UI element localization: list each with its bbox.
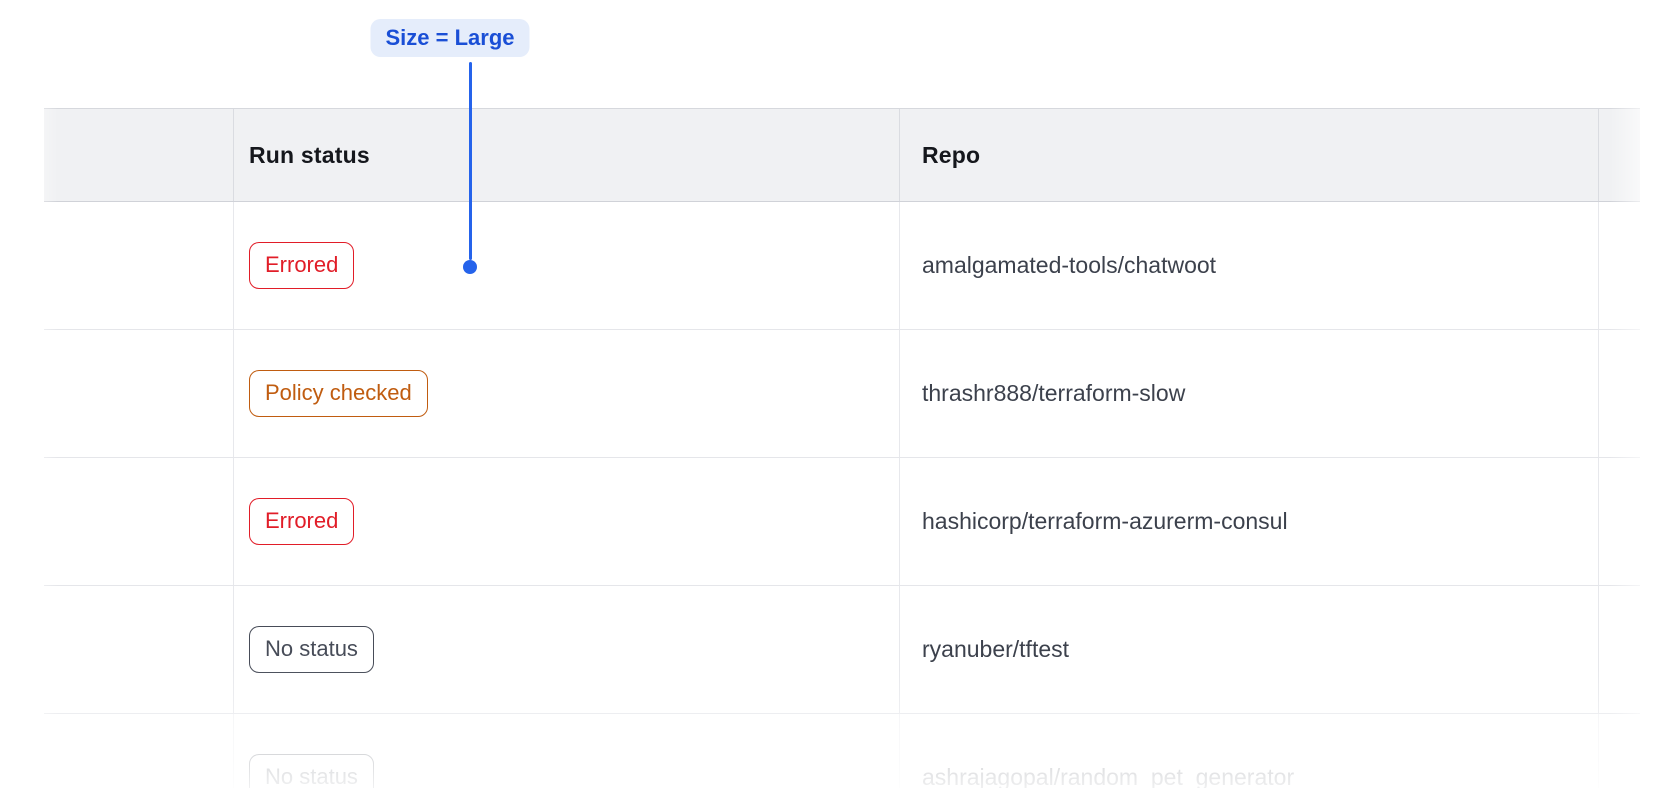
row-cell-run-status: No status (233, 714, 899, 788)
row-cell-spacer (44, 330, 233, 457)
header-cell-run-status[interactable]: Run status (233, 109, 899, 201)
row-cell-run-status: Policy checked (233, 330, 899, 457)
run-status-badge: No status (249, 626, 374, 672)
row-cell-overflow (1598, 330, 1640, 457)
row-cell-repo: thrashr888/terraform-slow (899, 330, 1598, 457)
table-row[interactable]: Policy checked thrashr888/terraform-slow (44, 330, 1640, 458)
row-cell-overflow (1598, 458, 1640, 585)
row-cell-run-status: No status (233, 586, 899, 713)
row-cell-spacer (44, 202, 233, 329)
row-cell-spacer (44, 458, 233, 585)
annotation-pointer-line (469, 62, 472, 260)
row-cell-repo: hashicorp/terraform-azurerm-consul (899, 458, 1598, 585)
row-cell-spacer (44, 714, 233, 788)
table-row[interactable]: No status ashrajagopal/random_pet_genera… (44, 714, 1640, 788)
row-cell-overflow (1598, 586, 1640, 713)
header-cell-overflow (1598, 109, 1640, 201)
run-status-badge: Errored (249, 498, 354, 544)
run-status-badge: Errored (249, 242, 354, 288)
header-cell-repo[interactable]: Repo (899, 109, 1598, 201)
row-cell-repo: ryanuber/tftest (899, 586, 1598, 713)
row-cell-repo: ashrajagopal/random_pet_generator (899, 714, 1598, 788)
row-cell-overflow (1598, 202, 1640, 329)
table-row[interactable]: Errored hashicorp/terraform-azurerm-cons… (44, 458, 1640, 586)
row-cell-overflow (1598, 714, 1640, 788)
table-row[interactable]: No status ryanuber/tftest (44, 586, 1640, 714)
table-header-row: Run status Repo (44, 108, 1640, 202)
header-cell-spacer (44, 109, 233, 201)
run-status-badge: No status (249, 754, 374, 788)
size-annotation-label: Size = Large (370, 19, 529, 57)
run-status-badge: Policy checked (249, 370, 428, 416)
table-body: Errored amalgamated-tools/chatwoot Polic… (44, 202, 1640, 788)
table-row[interactable]: Errored amalgamated-tools/chatwoot (44, 202, 1640, 330)
row-cell-repo: amalgamated-tools/chatwoot (899, 202, 1598, 329)
row-cell-run-status: Errored (233, 458, 899, 585)
runs-table: Run status Repo Errored amalgamated-tool… (44, 108, 1640, 788)
page: Run status Repo Errored amalgamated-tool… (0, 0, 1672, 788)
annotation-pointer-dot-icon (463, 260, 477, 274)
row-cell-spacer (44, 586, 233, 713)
row-cell-run-status: Errored (233, 202, 899, 329)
